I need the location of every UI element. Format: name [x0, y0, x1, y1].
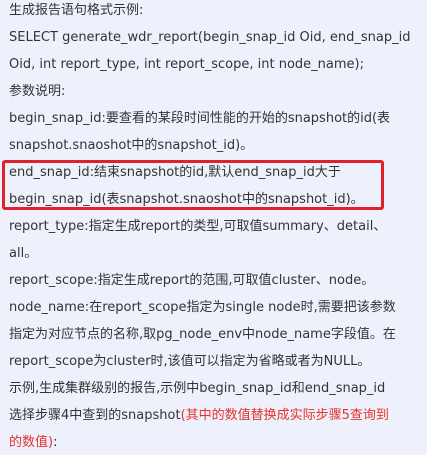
report-type-desc-line-2: all。 [9, 246, 38, 261]
document-body: 生成报告语句格式示例: SELECT generate_wdr_report(b… [0, 0, 427, 455]
node-name-desc-line-1: node_name:在report_scope指定为single node时,需… [9, 300, 396, 315]
begin-snap-id-desc-line-2: snapshot.snaoshot中的snapshot_id)。 [9, 138, 254, 153]
end-snap-id-desc-line-1: end_snap_id:结束snapshot的id,默认end_snap_id大… [9, 165, 341, 180]
report-scope-desc: report_scope:指定生成report的范围,可取值cluster、no… [9, 273, 375, 288]
begin-snap-id-desc-line-1: begin_snap_id:要查看的某段时间性能的开始的snapshot的id(… [9, 111, 391, 126]
example-desc-line-2: 选择步骤4中查到的snapshot(其中的数值替换成实际步骤5查询到 [9, 406, 389, 426]
node-name-desc-line-2: 指定为对应节点的名称,取pg_node_env中node_name字段值。在 [9, 327, 396, 342]
end-snap-id-desc-line-2: begin_snap_id(表snapshot.snaoshot中的snapsh… [9, 192, 364, 207]
example-note-red: (其中的数值替换成实际步骤5查询到 [180, 408, 389, 423]
params-heading: 参数说明: [9, 84, 66, 99]
node-name-desc-line-3: report_scope为cluster时,该值可以指定为省略或者为NULL。 [9, 354, 371, 369]
example-desc-line-1: 示例,生成集群级别的报告,示例中begin_snap_id和end_snap_i… [9, 381, 386, 396]
intro-text: 生成报告语句格式示例: [9, 3, 144, 18]
sql-signature-line-2: Oid, int report_type, int report_scope, … [9, 57, 364, 72]
example-desc-line-3: 的数值): [9, 433, 57, 453]
example-desc-colon: : [53, 435, 58, 450]
example-note-red-cont: 的数值) [9, 435, 54, 450]
sql-signature-line-1: SELECT generate_wdr_report(begin_snap_id… [9, 30, 411, 45]
report-type-desc-line-1: report_type:指定生成report的类型,可取值summary、det… [9, 219, 387, 234]
example-desc-text: 选择步骤4中查到的snapshot [9, 408, 181, 423]
